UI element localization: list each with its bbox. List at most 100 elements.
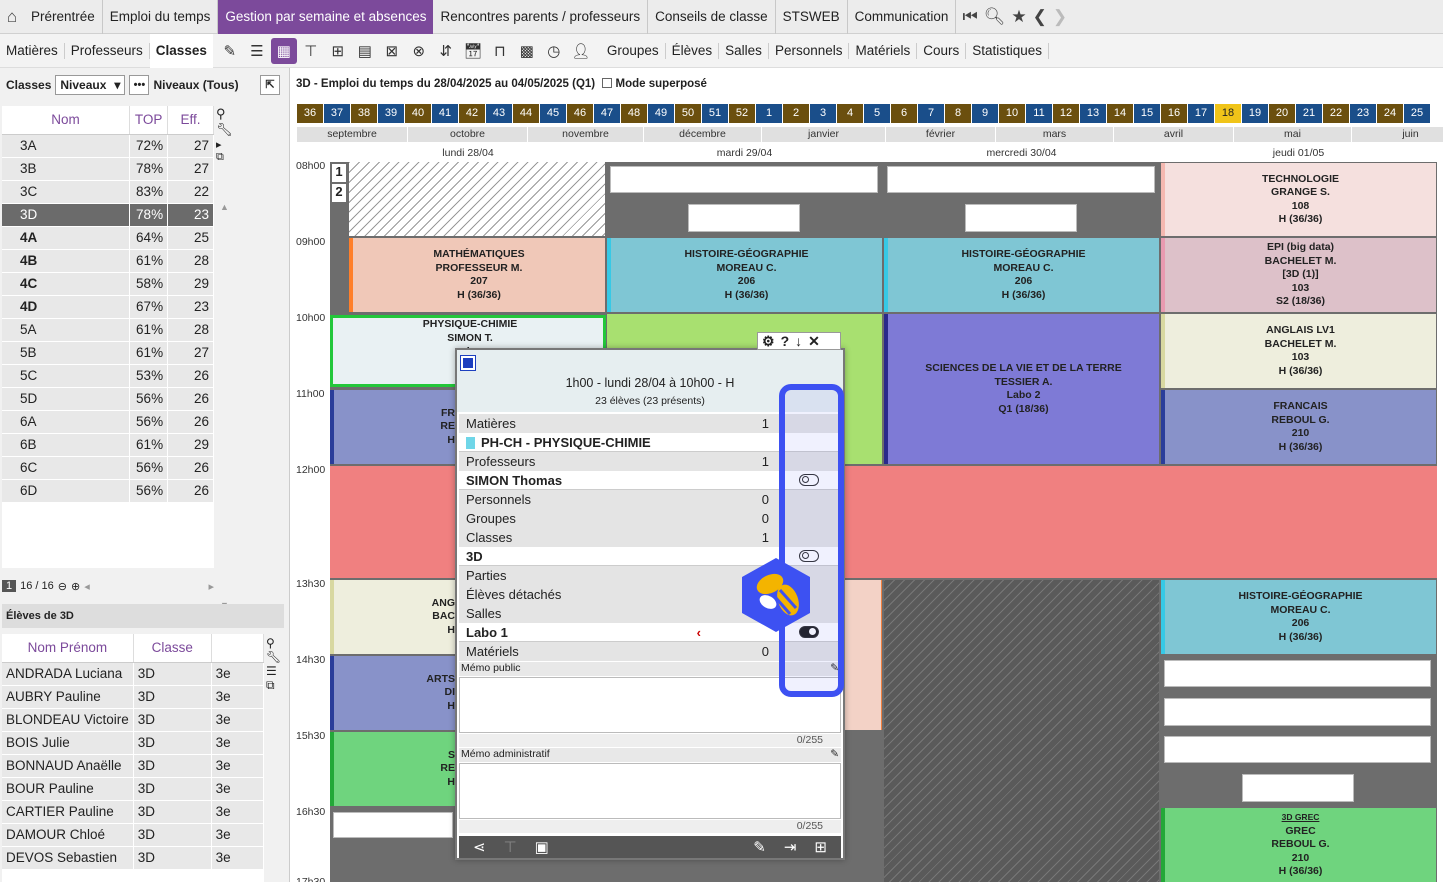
course-icon[interactable]: ⊤ bbox=[504, 838, 517, 856]
search-icon[interactable]: 🔍︎ bbox=[984, 7, 1006, 27]
sub-tab[interactable]: Groupes bbox=[601, 42, 666, 59]
first-page-icon[interactable]: ⏮ bbox=[962, 7, 977, 27]
sub-tab[interactable]: Statistiques bbox=[966, 42, 1050, 59]
edit-icon[interactable]: ✎ bbox=[217, 38, 243, 64]
home-icon[interactable]: ⌂ bbox=[0, 0, 24, 34]
edit-icon[interactable]: ✎ bbox=[830, 748, 839, 760]
share-icon[interactable]: ⋖ bbox=[473, 838, 486, 856]
table-row[interactable]: 6C 56% 26 bbox=[2, 456, 214, 480]
gear-icon[interactable]: ⚙ bbox=[762, 333, 775, 349]
sub-tab[interactable]: Matières bbox=[0, 42, 65, 59]
memo-admin-label: Mémo administratif ✎ bbox=[459, 748, 841, 762]
clock-icon[interactable]: ◷ bbox=[541, 38, 567, 64]
next-icon[interactable]: ▸ bbox=[216, 138, 232, 151]
help-icon[interactable]: ? bbox=[781, 333, 790, 349]
table-row[interactable]: 5D 56% 26 bbox=[2, 387, 214, 411]
forward-icon[interactable]: ❯ bbox=[1053, 7, 1067, 27]
level-select[interactable]: Niveaux ▾ bbox=[55, 75, 126, 95]
table-row[interactable]: BOIS Julie 3D 3e bbox=[2, 731, 264, 755]
wrench-icon[interactable]: 🔧︎ bbox=[266, 650, 282, 664]
list-icon[interactable]: ☰ bbox=[244, 38, 270, 64]
grid-icon[interactable]: ⊞ bbox=[325, 38, 351, 64]
table-row[interactable]: BONNAUD Anaëlle 3D 3e bbox=[2, 754, 264, 778]
sub-tab[interactable]: Cours bbox=[917, 42, 967, 59]
table-row[interactable]: 3C 83% 22 bbox=[2, 180, 214, 204]
sub-tab[interactable]: Élèves bbox=[666, 42, 720, 59]
table-row[interactable]: DEVOS Sebastien 3D 3e bbox=[2, 846, 264, 870]
class-name: 4D bbox=[2, 295, 131, 319]
sub-tab[interactable]: Personnels bbox=[769, 42, 850, 59]
top-tab[interactable]: Communication bbox=[848, 0, 957, 34]
layout-icon[interactable]: ▤ bbox=[352, 38, 378, 64]
close-icon[interactable]: ✕ bbox=[808, 333, 820, 349]
screen-icon[interactable]: ▣ bbox=[535, 838, 549, 856]
table-row[interactable]: 5B 61% 27 bbox=[2, 341, 214, 365]
top-tab[interactable]: STSWEB bbox=[776, 0, 848, 34]
scroll-left-icon[interactable]: ◂ bbox=[84, 580, 90, 593]
table-row[interactable]: 4C 58% 29 bbox=[2, 272, 214, 296]
course-icon[interactable]: ⊤ bbox=[298, 38, 324, 64]
top-tab[interactable]: Rencontres parents / professeurs bbox=[433, 0, 649, 34]
sub-tab[interactable]: Salles bbox=[719, 42, 769, 59]
move-out-icon[interactable]: ⇥ bbox=[784, 838, 797, 856]
table-row[interactable]: 6B 61% 29 bbox=[2, 433, 214, 457]
table-row[interactable]: 6D 56% 26 bbox=[2, 479, 214, 503]
calendar-grid-icon[interactable]: ▩ bbox=[514, 38, 540, 64]
copy-icon[interactable]: ⧉ bbox=[216, 151, 232, 164]
table-row[interactable]: 4B 61% 28 bbox=[2, 249, 214, 273]
table-row[interactable]: 4D 67% 23 bbox=[2, 295, 214, 319]
back-icon[interactable]: ❮ bbox=[1033, 7, 1047, 27]
zoom-out-icon[interactable]: ⊖ bbox=[58, 580, 67, 593]
sub-tab[interactable]: Classes bbox=[149, 33, 213, 68]
mode-checkbox[interactable] bbox=[602, 78, 613, 88]
sub-tab[interactable]: Matériels bbox=[849, 42, 918, 59]
table-row[interactable]: AUBRY Pauline 3D 3e bbox=[2, 685, 264, 709]
top-tab[interactable]: Gestion par semaine et absences bbox=[218, 0, 434, 34]
column-header[interactable]: Nom Prénom bbox=[2, 634, 134, 663]
pin-icon[interactable]: ↓ bbox=[795, 333, 802, 349]
list-icon[interactable]: ☰ bbox=[266, 664, 282, 678]
chevron-left-icon[interactable]: ‹ bbox=[697, 623, 701, 642]
top-tab[interactable]: Emploi du temps bbox=[103, 0, 219, 34]
search-icon[interactable]: ⚲ bbox=[216, 106, 232, 122]
table-row[interactable]: 3A 72% 27 bbox=[2, 134, 214, 158]
memo-admin-field[interactable] bbox=[459, 763, 841, 819]
table-row[interactable]: ANDRADA Luciana 3D 3e bbox=[2, 662, 264, 686]
more-icon[interactable]: ••• bbox=[129, 75, 150, 95]
cancel-grid-icon[interactable]: ⊗ bbox=[406, 38, 432, 64]
star-icon[interactable]: ★ bbox=[1011, 7, 1026, 27]
table-row[interactable]: 6A 56% 26 bbox=[2, 410, 214, 434]
table-row[interactable]: 5A 61% 28 bbox=[2, 318, 214, 342]
sub-tab[interactable]: Professeurs bbox=[65, 42, 150, 59]
column-header[interactable]: TOP bbox=[129, 106, 169, 135]
table-row[interactable]: 4A 64% 25 bbox=[2, 226, 214, 250]
table-row[interactable]: 5C 53% 26 bbox=[2, 364, 214, 388]
table-row[interactable]: 3D 78% 23 bbox=[2, 203, 214, 227]
search-icon[interactable]: ⚲ bbox=[266, 636, 282, 650]
top-tab[interactable]: Prérentrée bbox=[24, 0, 103, 34]
export-icon[interactable]: ⇱ bbox=[260, 75, 280, 95]
calendar-icon[interactable]: 📅︎ bbox=[460, 38, 486, 64]
copy-icon[interactable]: ⧉ bbox=[266, 678, 282, 693]
add-icon[interactable]: ⊞ bbox=[814, 838, 827, 856]
scroll-up-icon[interactable]: ▲ bbox=[220, 202, 229, 212]
column-header[interactable]: Classe bbox=[133, 634, 212, 663]
top-tab[interactable]: Conseils de classe bbox=[648, 0, 776, 34]
pencil-icon[interactable]: ✎ bbox=[753, 838, 766, 856]
table-row[interactable]: DAMOUR Chloé 3D 3e bbox=[2, 823, 264, 847]
table-row[interactable]: 3B 78% 27 bbox=[2, 157, 214, 181]
column-header[interactable] bbox=[211, 634, 264, 663]
column-header[interactable]: Nom bbox=[2, 106, 131, 135]
table-row[interactable]: CARTIER Pauline 3D 3e bbox=[2, 800, 264, 824]
table-row[interactable]: BOUR Pauline 3D 3e bbox=[2, 777, 264, 801]
wrench-icon[interactable]: 🔧︎ bbox=[216, 122, 233, 138]
move-icon[interactable]: ⇵ bbox=[433, 38, 459, 64]
table-icon[interactable]: ⊓ bbox=[487, 38, 513, 64]
timetable-icon[interactable]: ▦ bbox=[270, 37, 297, 64]
user-icon[interactable]: 👤︎ bbox=[568, 38, 594, 64]
table-row[interactable]: BLONDEAU Victoire 3D 3e bbox=[2, 708, 264, 732]
zoom-in-icon[interactable]: ⊕ bbox=[71, 580, 80, 593]
scroll-right-icon[interactable]: ▸ bbox=[208, 580, 214, 593]
remove-icon[interactable]: ⊠ bbox=[379, 38, 405, 64]
column-header[interactable]: Eff. bbox=[167, 106, 214, 135]
